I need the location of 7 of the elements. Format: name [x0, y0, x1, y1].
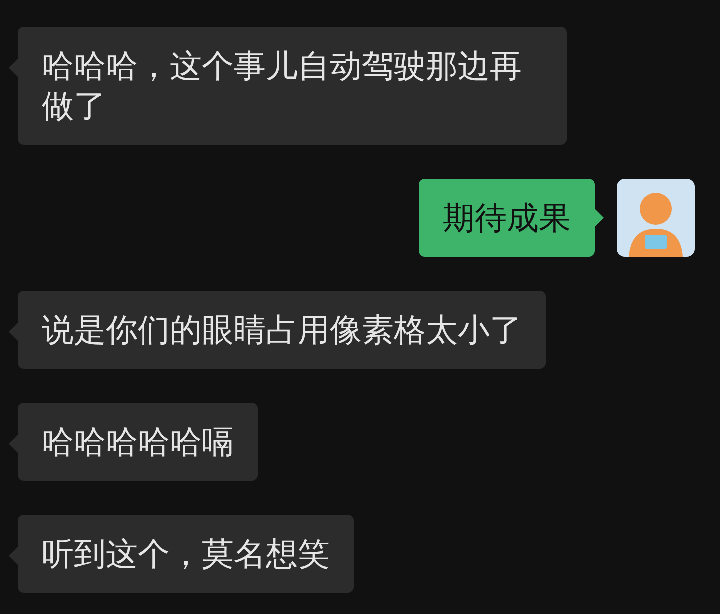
message-bubble: 哈哈哈，这个事儿自动驾驶那边再做了 [18, 27, 567, 145]
avatar[interactable] [617, 179, 695, 257]
message-bubble: 哈哈哈哈哈嗝 [18, 403, 258, 481]
bubble-tail [595, 209, 604, 227]
message-bubble: 期待成果 [419, 179, 595, 257]
message-bubble: 说是你们的眼睛占用像素格太小了 [18, 291, 546, 369]
message-bubble: 听到这个，莫名想笑 [18, 515, 354, 593]
